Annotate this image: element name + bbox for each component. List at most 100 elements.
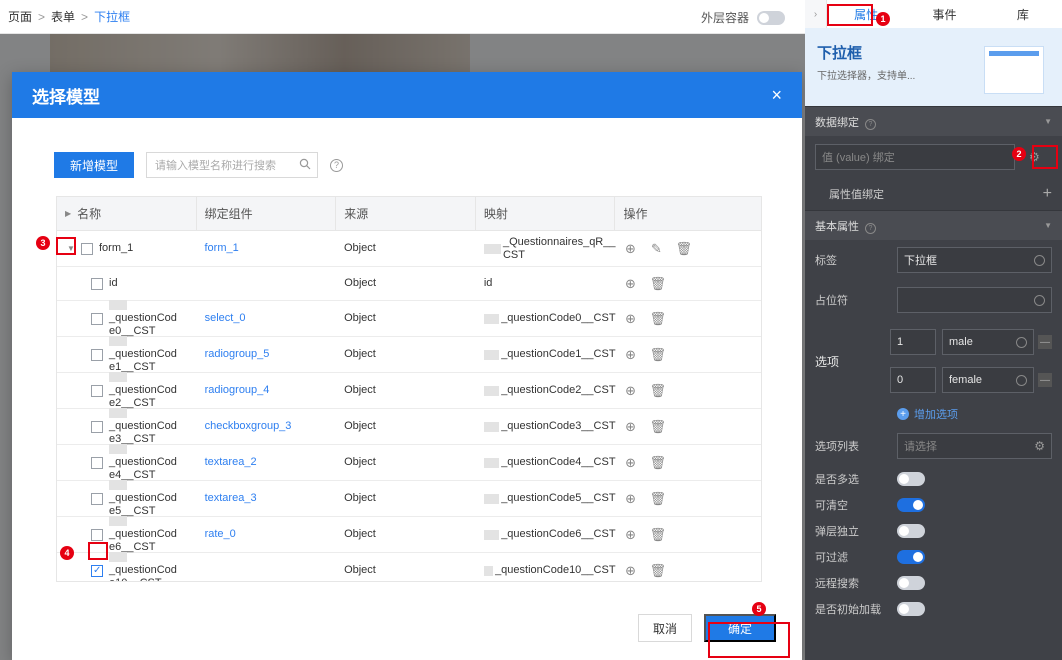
- table-row[interactable]: _questionCod e2__CST radiogroup_4 Object …: [57, 372, 761, 409]
- cell-bind[interactable]: radiogroup_5: [197, 337, 336, 372]
- row-checkbox[interactable]: [91, 456, 103, 469]
- close-icon[interactable]: ×: [771, 85, 782, 106]
- tab-library[interactable]: 库: [984, 6, 1062, 23]
- toggle-switch[interactable]: [897, 498, 925, 512]
- row-checkbox[interactable]: [91, 528, 103, 541]
- globe-icon[interactable]: [1016, 336, 1027, 348]
- model-search-input[interactable]: 请输入模型名称进行搜索: [146, 152, 319, 178]
- label-input[interactable]: 下拉框: [897, 247, 1052, 273]
- add-circle-icon[interactable]: ⊕: [624, 383, 638, 398]
- table-row[interactable]: _questionCod e6__CST rate_0 Object _quest…: [57, 516, 761, 553]
- trash-icon[interactable]: 🗑: [650, 563, 667, 578]
- cancel-button[interactable]: 取消: [637, 614, 692, 642]
- tab-properties[interactable]: 属性: [827, 6, 905, 23]
- trash-icon[interactable]: 🗑: [650, 455, 667, 470]
- data-binding-section[interactable]: 数据绑定? ▼: [805, 106, 1062, 136]
- help-icon[interactable]: ?: [865, 118, 876, 130]
- remove-option-icon[interactable]: —: [1038, 373, 1052, 387]
- globe-icon[interactable]: [1016, 374, 1027, 386]
- option-text-input[interactable]: male: [942, 329, 1034, 355]
- help-icon[interactable]: ?: [865, 222, 876, 234]
- row-checkbox[interactable]: [91, 564, 103, 577]
- globe-icon[interactable]: [1034, 294, 1045, 306]
- gear-icon[interactable]: ⚙: [1029, 150, 1040, 164]
- basic-props-section[interactable]: 基本属性? ▼: [805, 210, 1062, 240]
- add-circle-icon[interactable]: ⊕: [624, 241, 638, 256]
- trash-icon[interactable]: 🗑: [650, 383, 667, 398]
- add-option-button[interactable]: + 增加选项: [897, 406, 958, 422]
- table-row[interactable]: id Object id ⊕ 🗑: [57, 267, 761, 301]
- trash-icon[interactable]: 🗑: [650, 527, 667, 542]
- globe-icon[interactable]: [1034, 254, 1045, 266]
- add-circle-icon[interactable]: ⊕: [624, 563, 638, 578]
- trash-icon[interactable]: 🗑: [650, 419, 667, 434]
- add-circle-icon[interactable]: ⊕: [624, 527, 638, 542]
- add-circle-icon[interactable]: ⊕: [624, 311, 638, 326]
- add-circle-icon[interactable]: ⊕: [623, 276, 637, 291]
- table-row[interactable]: _questionCod e0__CST select_0 Object _que…: [57, 300, 761, 337]
- option-text-input[interactable]: female: [942, 367, 1034, 393]
- toggle-switch[interactable]: [897, 524, 925, 538]
- outer-container-toggle: 外层容器: [701, 9, 785, 26]
- add-circle-icon[interactable]: ⊕: [624, 491, 638, 506]
- placeholder-label: 占位符: [815, 295, 848, 307]
- row-checkbox[interactable]: [91, 348, 103, 361]
- cell-bind[interactable]: select_0: [197, 301, 336, 336]
- name-line-1: id: [109, 277, 118, 289]
- help-icon[interactable]: ?: [330, 158, 344, 172]
- trash-icon[interactable]: 🗑: [650, 347, 667, 362]
- header-name[interactable]: ▶ 名称: [57, 197, 197, 230]
- search-icon[interactable]: [299, 158, 311, 173]
- expand-caret-icon[interactable]: ▼: [65, 243, 77, 255]
- option-value-input[interactable]: 1: [890, 329, 936, 355]
- tab-events[interactable]: 事件: [905, 6, 983, 23]
- breadcrumb-item-form[interactable]: 表单: [51, 8, 75, 25]
- toggle-switch[interactable]: [897, 472, 925, 486]
- table-row[interactable]: _questionCod e10__CST Object _questionCo…: [57, 552, 761, 581]
- option-value-input[interactable]: 0: [890, 367, 936, 393]
- trash-icon[interactable]: 🗑: [650, 311, 667, 326]
- collapse-arrow-icon[interactable]: ›: [805, 0, 827, 28]
- plus-icon[interactable]: +: [1043, 185, 1052, 203]
- toggle-switch[interactable]: [897, 576, 925, 590]
- cell-bind[interactable]: checkboxgroup_3: [197, 409, 336, 444]
- table-row[interactable]: ▼ form_1 form_1 Object _Questionnaires_qR…: [57, 231, 761, 267]
- row-checkbox[interactable]: [91, 492, 103, 505]
- breadcrumb-item-page[interactable]: 页面: [8, 8, 32, 25]
- cell-bind[interactable]: form_1: [197, 231, 337, 266]
- cell-bind[interactable]: radiogroup_4: [197, 373, 336, 408]
- cell-operation: ⊕ 🗑: [616, 301, 761, 336]
- trash-icon[interactable]: 🗑: [649, 276, 666, 291]
- placeholder-input[interactable]: [897, 287, 1052, 313]
- cell-bind[interactable]: textarea_3: [197, 481, 336, 516]
- row-checkbox[interactable]: [81, 242, 93, 255]
- table-row[interactable]: _questionCod e4__CST textarea_2 Object _q…: [57, 444, 761, 481]
- row-checkbox[interactable]: [91, 277, 103, 290]
- table-row[interactable]: _questionCod e5__CST textarea_3 Object _q…: [57, 480, 761, 517]
- gear-icon[interactable]: ⚙: [1034, 439, 1045, 453]
- option-list-select[interactable]: 请选择 ⚙: [897, 433, 1052, 459]
- trash-icon[interactable]: 🗑: [676, 241, 693, 256]
- annotation-badge-1: 1: [876, 12, 890, 26]
- table-row[interactable]: _questionCod e3__CST checkboxgroup_3 Obje…: [57, 408, 761, 445]
- edit-icon[interactable]: ✎: [650, 241, 664, 256]
- row-checkbox[interactable]: [91, 384, 103, 397]
- cell-mapping: _questionCode3__CST: [476, 409, 616, 444]
- toggle-switch[interactable]: [897, 602, 925, 616]
- new-model-button[interactable]: 新增模型: [54, 152, 135, 178]
- toggle-switch[interactable]: [897, 550, 925, 564]
- row-checkbox[interactable]: [91, 312, 103, 325]
- add-circle-icon[interactable]: ⊕: [624, 455, 638, 470]
- add-circle-icon[interactable]: ⊕: [624, 347, 638, 362]
- table-row[interactable]: _questionCod e1__CST radiogroup_5 Object …: [57, 336, 761, 373]
- cell-bind[interactable]: rate_0: [197, 517, 336, 552]
- cell-name: id: [57, 267, 197, 300]
- cell-bind[interactable]: textarea_2: [197, 445, 336, 480]
- confirm-button[interactable]: 确定: [703, 614, 776, 642]
- value-binding-input[interactable]: 值 (value) 绑定: [815, 144, 1015, 170]
- add-circle-icon[interactable]: ⊕: [624, 419, 638, 434]
- row-checkbox[interactable]: [91, 420, 103, 433]
- outer-container-switch[interactable]: [757, 10, 785, 25]
- trash-icon[interactable]: 🗑: [650, 491, 667, 506]
- remove-option-icon[interactable]: —: [1038, 335, 1052, 349]
